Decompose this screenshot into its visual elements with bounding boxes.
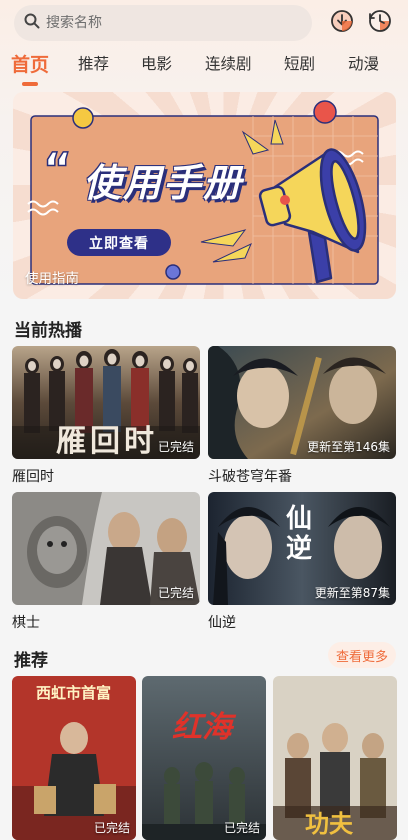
- status-badge: 更新至第87集: [314, 586, 390, 600]
- search-bar[interactable]: [14, 5, 312, 41]
- status-badge: 已完结: [223, 821, 260, 835]
- show-title: 斗破苍穹年番: [208, 469, 292, 485]
- poster-title-text: 雁回时: [56, 424, 158, 459]
- top-bar: [0, 0, 408, 44]
- now-playing-heading: 当前热播: [14, 321, 82, 341]
- status-badge: 已完结: [157, 440, 194, 454]
- status-badge: 已完结: [93, 821, 130, 835]
- status-badge: 已完结: [157, 586, 194, 600]
- tab-series[interactable]: 连续剧: [205, 52, 252, 74]
- history-icon: [367, 8, 393, 38]
- recommend-card[interactable]: 红海 已完结: [142, 676, 266, 840]
- status-badge: 更新至第146集: [307, 440, 390, 454]
- show-card[interactable]: 已完结 棋士: [12, 492, 200, 632]
- download-button[interactable]: [329, 10, 355, 36]
- poster-title-text: 西虹市首富: [36, 684, 112, 702]
- category-tabs: 首页 推荐 电影 连续剧 短剧 动漫: [0, 44, 408, 90]
- banner-title: 使用手册: [83, 161, 244, 205]
- recommend-card[interactable]: 功夫: [273, 676, 397, 840]
- show-card[interactable]: 更新至第146集 斗破苍穹年番: [208, 346, 396, 486]
- tab-movie[interactable]: 电影: [141, 52, 172, 74]
- poster-image: 仙逆 更新至第87集: [208, 492, 396, 605]
- poster-image: 更新至第146集: [208, 346, 396, 459]
- poster-image: 雁回时 已完结: [12, 346, 200, 459]
- promo-banner[interactable]: “ 使用手册 立即查看 使用指南: [13, 92, 396, 299]
- tab-recommend[interactable]: 推荐: [78, 52, 109, 74]
- show-title: 棋士: [12, 615, 40, 631]
- show-card[interactable]: 仙逆 更新至第87集 仙逆: [208, 492, 396, 632]
- recommend-card[interactable]: 西虹市首富 已完结: [12, 676, 136, 840]
- banner-caption: 使用指南: [25, 271, 79, 287]
- tab-anime[interactable]: 动漫: [348, 52, 379, 74]
- search-input[interactable]: [46, 15, 286, 31]
- poster-image: [142, 676, 266, 840]
- tab-short-drama[interactable]: 短剧: [284, 52, 315, 74]
- tab-active-indicator: [22, 82, 38, 86]
- see-more-button[interactable]: 查看更多: [327, 642, 396, 668]
- banner-view-now-button[interactable]: 立即查看: [67, 229, 171, 256]
- show-card[interactable]: 雁回时 已完结 雁回时: [12, 346, 200, 486]
- svg-text:“: “: [43, 144, 72, 195]
- show-title: 仙逆: [208, 615, 236, 631]
- recommend-heading: 推荐: [14, 651, 48, 671]
- search-icon: [24, 13, 40, 33]
- poster-image: 已完结: [12, 492, 200, 605]
- poster-title-text: 仙逆: [286, 504, 313, 564]
- tab-home[interactable]: 首页: [11, 50, 49, 77]
- history-button[interactable]: [367, 10, 393, 36]
- show-title: 雁回时: [12, 469, 54, 485]
- poster-title-text: 功夫: [305, 809, 353, 838]
- download-icon: [329, 8, 355, 38]
- poster-title-text: 红海: [172, 710, 232, 745]
